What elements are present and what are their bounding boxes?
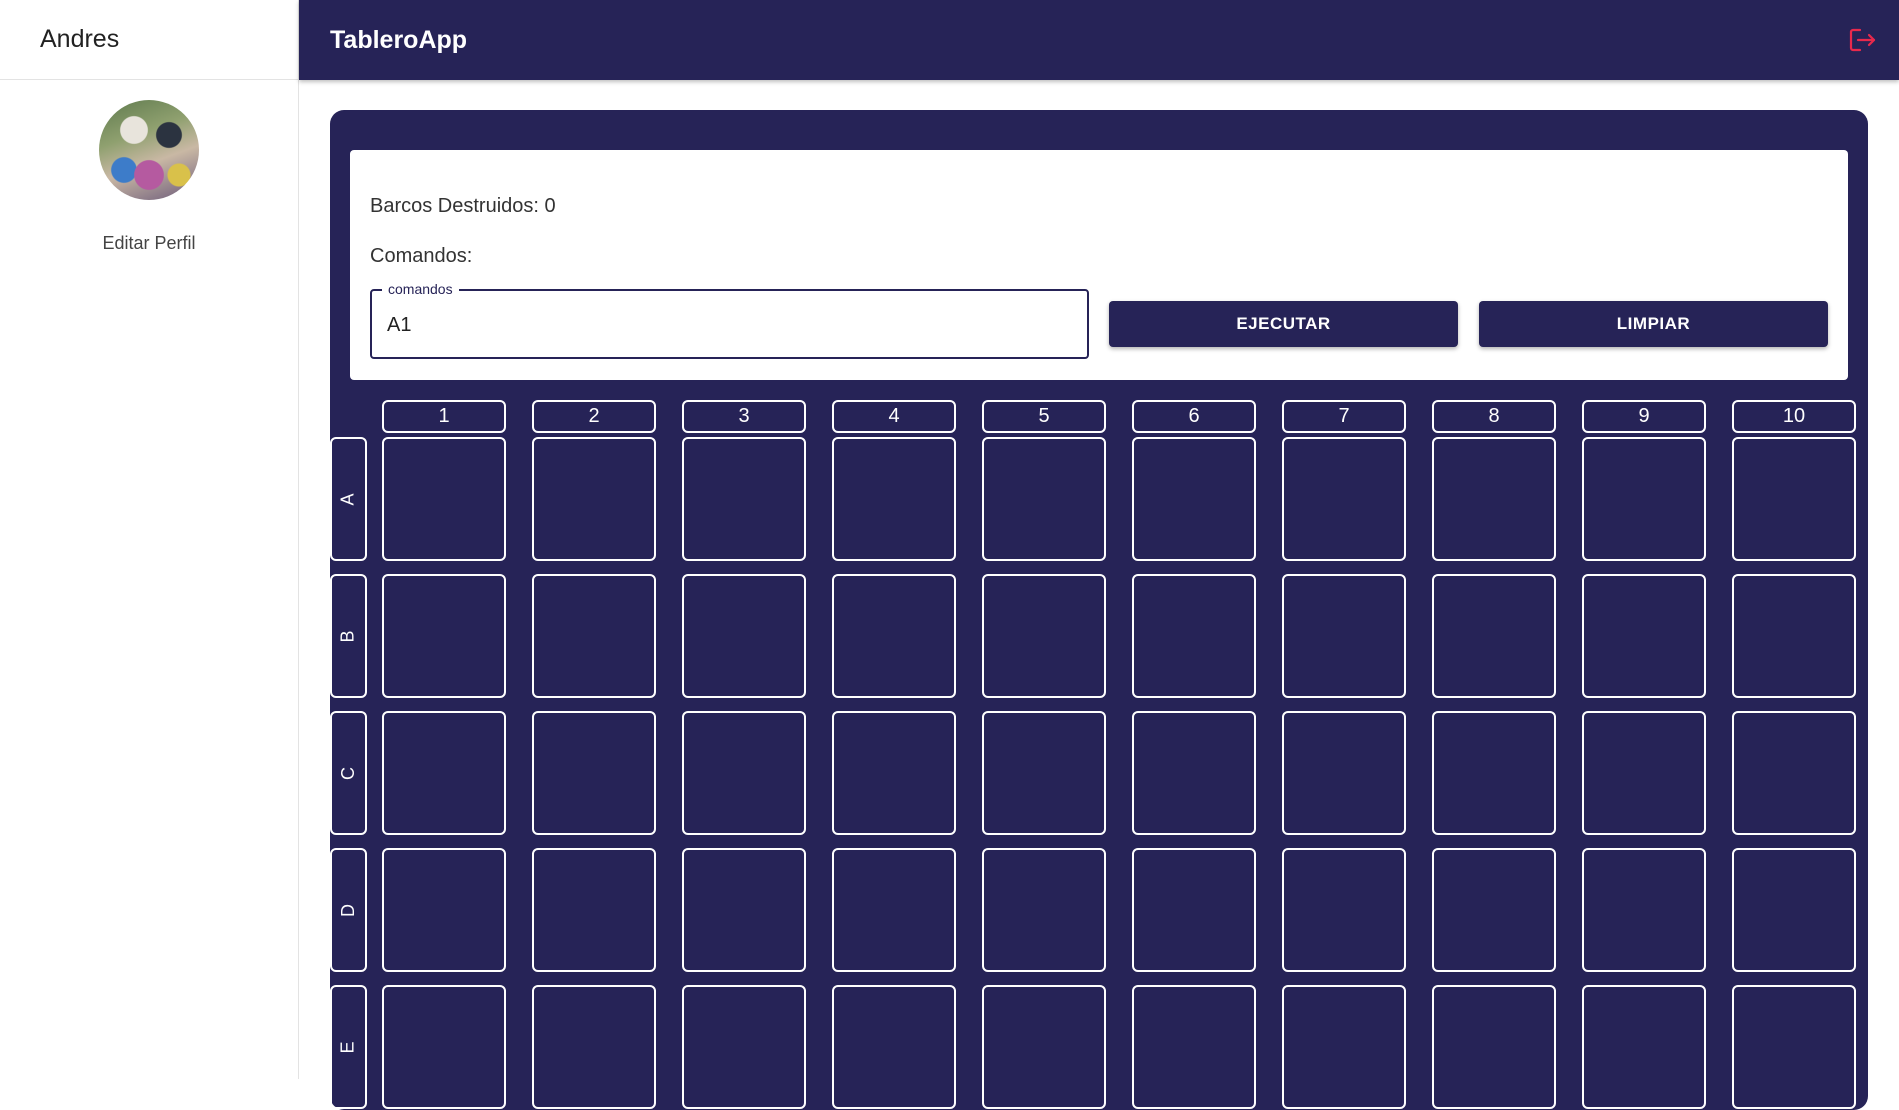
column-header: 5 xyxy=(982,400,1106,433)
row-header: C xyxy=(330,711,367,835)
board-cell[interactable] xyxy=(1432,848,1556,972)
board-cell[interactable] xyxy=(682,437,806,561)
board-cell[interactable] xyxy=(832,711,956,835)
column-header: 6 xyxy=(1132,400,1256,433)
board-cell[interactable] xyxy=(1732,574,1856,698)
board-cell[interactable] xyxy=(682,574,806,698)
clear-button[interactable]: LIMPIAR xyxy=(1479,301,1828,347)
column-header: 3 xyxy=(682,400,806,433)
row-header: E xyxy=(330,985,367,1109)
column-header: 8 xyxy=(1432,400,1556,433)
column-header: 7 xyxy=(1282,400,1406,433)
top-app-bar: TableroApp xyxy=(299,0,1899,80)
board-cell[interactable] xyxy=(832,848,956,972)
board-cell[interactable] xyxy=(1282,437,1406,561)
row-header-label: D xyxy=(338,903,358,917)
board-cell[interactable] xyxy=(982,848,1106,972)
column-header: 1 xyxy=(382,400,506,433)
board-cell[interactable] xyxy=(1132,574,1256,698)
sidebar: Andres Editar Perfil xyxy=(0,0,299,1079)
avatar[interactable] xyxy=(99,100,199,200)
board-cell[interactable] xyxy=(1282,711,1406,835)
row-header: B xyxy=(330,574,367,698)
row-header-label: C xyxy=(338,766,358,780)
board-cell[interactable] xyxy=(1432,437,1556,561)
board-cell[interactable] xyxy=(1582,574,1706,698)
board-cell[interactable] xyxy=(832,985,956,1109)
board-cell[interactable] xyxy=(682,848,806,972)
board-cell[interactable] xyxy=(982,985,1106,1109)
board-cell[interactable] xyxy=(532,574,656,698)
board-cell[interactable] xyxy=(1732,848,1856,972)
sidebar-username: Andres xyxy=(0,0,298,80)
board-cell[interactable] xyxy=(1432,985,1556,1109)
board-cell[interactable] xyxy=(832,437,956,561)
board-cell[interactable] xyxy=(1432,711,1556,835)
board-cell[interactable] xyxy=(1282,574,1406,698)
command-input[interactable] xyxy=(387,308,1067,342)
row-header-label: E xyxy=(337,1040,358,1054)
edit-profile-link[interactable]: Editar Perfil xyxy=(0,233,298,254)
board-cell[interactable] xyxy=(1582,848,1706,972)
ships-destroyed-counter: Barcos Destruidos: 0 xyxy=(370,195,556,217)
board-cell[interactable] xyxy=(682,711,806,835)
board-cell[interactable] xyxy=(832,574,956,698)
board-cell[interactable] xyxy=(382,437,506,561)
row-header: A xyxy=(330,437,367,561)
board-cell[interactable] xyxy=(1732,985,1856,1109)
column-header: 10 xyxy=(1732,400,1856,433)
logout-icon[interactable] xyxy=(1849,27,1877,53)
board-cell[interactable] xyxy=(982,711,1106,835)
command-field-legend: comandos xyxy=(382,281,459,297)
board-cell[interactable] xyxy=(1132,437,1256,561)
board-cell[interactable] xyxy=(532,848,656,972)
board-cell[interactable] xyxy=(382,985,506,1109)
board-cell[interactable] xyxy=(1132,985,1256,1109)
app-title: TableroApp xyxy=(330,25,468,54)
board-cell[interactable] xyxy=(382,711,506,835)
board-cell[interactable] xyxy=(1132,711,1256,835)
board-cell[interactable] xyxy=(1132,848,1256,972)
board-cell[interactable] xyxy=(382,574,506,698)
command-field[interactable]: comandos xyxy=(370,281,1089,359)
board-cell[interactable] xyxy=(382,848,506,972)
board-cell[interactable] xyxy=(1582,711,1706,835)
board-cell[interactable] xyxy=(682,985,806,1109)
command-card: Barcos Destruidos: 0 Comandos: comandos … xyxy=(350,150,1848,380)
column-header: 9 xyxy=(1582,400,1706,433)
row-header: D xyxy=(330,848,367,972)
board-cell[interactable] xyxy=(1282,848,1406,972)
board-cell[interactable] xyxy=(1432,574,1556,698)
board-cell[interactable] xyxy=(1282,985,1406,1109)
board-cell[interactable] xyxy=(982,437,1106,561)
board-cell[interactable] xyxy=(532,985,656,1109)
board-cell[interactable] xyxy=(532,437,656,561)
board-panel: Barcos Destruidos: 0 Comandos: comandos … xyxy=(330,110,1868,1110)
board-cell[interactable] xyxy=(1582,985,1706,1109)
board-cell[interactable] xyxy=(1582,437,1706,561)
board-cell[interactable] xyxy=(532,711,656,835)
execute-button[interactable]: EJECUTAR xyxy=(1109,301,1458,347)
row-header-label: A xyxy=(337,492,358,506)
row-header-label: B xyxy=(337,629,358,643)
board-cell[interactable] xyxy=(982,574,1106,698)
column-header: 2 xyxy=(532,400,656,433)
commands-label: Comandos: xyxy=(370,245,473,267)
column-header: 4 xyxy=(832,400,956,433)
board-cell[interactable] xyxy=(1732,711,1856,835)
board-cell[interactable] xyxy=(1732,437,1856,561)
